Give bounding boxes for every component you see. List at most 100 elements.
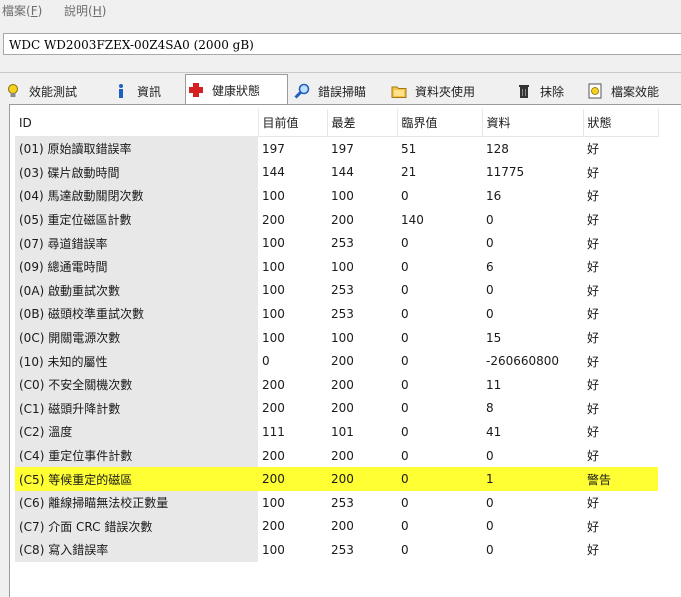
table-row[interactable]: (10) 未知的屬性 0 200 0 -260660800 好 <box>15 349 658 373</box>
cell-status: 好 <box>587 496 600 511</box>
cell-id: (0B) 磁頭校準重試次數 <box>15 302 258 326</box>
cell-id: (C5) 等候重定的磁區 <box>15 467 258 491</box>
cell-status: 好 <box>587 189 600 204</box>
cell-raw-data: 128 <box>486 141 509 156</box>
red-cross-icon <box>188 82 204 98</box>
cell-worst: 253 <box>331 495 354 510</box>
table-header-row: ID 目前值 最差 臨界值 資料 狀態 <box>15 109 659 137</box>
cell-id: (0A) 啟動重試次數 <box>15 278 258 303</box>
table-row[interactable]: (09) 總通電時間 100 100 0 6 好 <box>15 254 658 279</box>
cell-worst: 144 <box>331 165 354 180</box>
table-row[interactable]: (C4) 重定位事件計數 200 200 0 0 好 <box>15 443 658 468</box>
cell-worst: 200 <box>331 212 354 227</box>
cell-status: 好 <box>587 401 600 416</box>
health-panel: ID 目前值 最差 臨界值 資料 狀態 (01) 原始讀取錯誤率 197 197 51… <box>9 104 681 597</box>
table-row[interactable]: (C2) 溫度 111 101 0 41 好 <box>15 420 658 444</box>
cell-current: 200 <box>262 448 285 463</box>
table-row[interactable]: (C6) 離線掃瞄無法校正數量 100 253 0 0 好 <box>15 490 658 515</box>
table-row[interactable]: (C0) 不安全關機次數 200 200 0 11 好 <box>15 372 658 397</box>
magnifier-icon <box>294 83 310 99</box>
cell-raw-data: 41 <box>486 424 502 439</box>
cell-id: (05) 重定位磁區計數 <box>15 207 258 232</box>
cell-threshold: 0 <box>401 306 409 321</box>
cell-current: 200 <box>262 401 285 416</box>
cell-id: (C7) 介面 CRC 錯誤次數 <box>15 514 258 539</box>
cell-status: 好 <box>587 425 600 440</box>
cell-threshold: 0 <box>401 401 409 416</box>
cell-id: (04) 馬達啟動關閉次數 <box>15 184 258 208</box>
drive-selector[interactable]: WDC WD2003FZEX-00Z4SA0 (2000 gB) <box>3 33 681 55</box>
cell-current: 100 <box>262 188 285 203</box>
cell-status: 好 <box>587 354 600 369</box>
cell-current: 200 <box>258 467 327 491</box>
column-header-status[interactable]: 狀態 <box>583 109 659 137</box>
cell-current: 100 <box>262 542 285 557</box>
column-header-threshold[interactable]: 臨界值 <box>397 109 483 137</box>
cell-current: 197 <box>262 141 285 156</box>
table-row[interactable]: (05) 重定位磁區計數 200 200 140 0 好 <box>15 207 658 232</box>
cell-status: 好 <box>587 236 600 251</box>
tab-file-benchmark[interactable]: 檔案效能 <box>585 77 659 105</box>
cell-worst: 253 <box>331 306 354 321</box>
table-row[interactable]: (07) 尋道錯誤率 100 253 0 0 好 <box>15 231 658 255</box>
cell-worst: 197 <box>331 141 354 156</box>
cell-threshold: 0 <box>397 467 482 491</box>
tab-info[interactable]: 資訊 <box>111 77 161 105</box>
cell-status: 好 <box>587 519 600 534</box>
table-row[interactable]: (0C) 開關電源次數 100 100 0 15 好 <box>15 325 658 350</box>
cell-raw-data: 11775 <box>486 165 525 180</box>
cell-raw-data: 6 <box>486 259 494 274</box>
cell-worst: 253 <box>331 236 354 251</box>
tab-benchmark[interactable]: 效能測試 <box>3 77 77 105</box>
cell-worst: 200 <box>331 401 354 416</box>
table-row[interactable]: (0B) 磁頭校準重試次數 100 253 0 0 好 <box>15 302 658 326</box>
column-header-raw-data[interactable]: 資料 <box>482 109 584 137</box>
cell-status: 好 <box>587 307 600 322</box>
cell-id: (C8) 寫入錯誤率 <box>15 538 258 562</box>
cell-id: (C6) 離線掃瞄無法校正數量 <box>15 490 258 515</box>
table-row[interactable]: (0A) 啟動重試次數 100 253 0 0 好 <box>15 278 658 303</box>
table-row-warning[interactable]: (C5) 等候重定的磁區 200 200 0 1 警告 <box>15 467 658 491</box>
cell-status: 好 <box>587 449 600 464</box>
cell-threshold: 140 <box>401 212 424 227</box>
column-header-id[interactable]: ID <box>15 109 259 137</box>
cell-threshold: 51 <box>401 141 417 156</box>
cell-threshold: 0 <box>401 542 409 557</box>
cell-raw-data: 0 <box>486 306 494 321</box>
menu-help[interactable]: 說明(H) <box>64 2 106 19</box>
cell-status: 好 <box>587 142 600 157</box>
lightbulb-icon <box>5 83 21 99</box>
table-row[interactable]: (C8) 寫入錯誤率 100 253 0 0 好 <box>15 538 658 562</box>
cell-worst: 200 <box>327 467 397 491</box>
cell-raw-data: 0 <box>486 283 494 298</box>
cell-raw-data: -260660800 <box>486 354 560 369</box>
cell-status: 好 <box>587 213 600 228</box>
table-row[interactable]: (03) 碟片啟動時間 144 144 21 11775 好 <box>15 160 658 185</box>
column-header-current[interactable]: 目前值 <box>258 109 328 137</box>
cell-threshold: 0 <box>401 283 409 298</box>
tab-health[interactable]: 健康狀態 <box>185 74 288 105</box>
column-header-worst[interactable]: 最差 <box>327 109 398 137</box>
tab-error-scan[interactable]: 錯誤掃瞄 <box>292 77 366 105</box>
cell-raw-data: 0 <box>486 495 494 510</box>
cell-worst: 100 <box>331 330 354 345</box>
cell-id: (07) 尋道錯誤率 <box>15 231 258 255</box>
drive-name: WDC WD2003FZEX-00Z4SA0 (2000 gB) <box>9 38 254 52</box>
cell-worst: 101 <box>331 424 354 439</box>
tab-folder-usage[interactable]: 資料夾使用 <box>389 77 475 105</box>
cell-raw-data: 11 <box>486 377 502 392</box>
table-row[interactable]: (C7) 介面 CRC 錯誤次數 200 200 0 0 好 <box>15 514 658 539</box>
table-row[interactable]: (C1) 磁頭升降計數 200 200 0 8 好 <box>15 396 658 421</box>
menu-file[interactable]: 檔案(F) <box>2 2 42 19</box>
tab-erase[interactable]: 抹除 <box>514 77 564 105</box>
cell-current: 100 <box>262 306 285 321</box>
cell-raw-data: 15 <box>486 330 502 345</box>
cell-status: 好 <box>587 543 600 558</box>
smart-attributes-table: ID 目前值 最差 臨界值 資料 狀態 (01) 原始讀取錯誤率 197 197 51… <box>15 109 659 562</box>
table-row[interactable]: (04) 馬達啟動關閉次數 100 100 0 16 好 <box>15 184 658 208</box>
cell-id: (C2) 溫度 <box>15 420 258 444</box>
table-row[interactable]: (01) 原始讀取錯誤率 197 197 51 128 好 <box>15 136 658 161</box>
cell-raw-data: 0 <box>486 519 494 534</box>
cell-threshold: 0 <box>401 236 409 251</box>
cell-id: (0C) 開關電源次數 <box>15 325 258 350</box>
